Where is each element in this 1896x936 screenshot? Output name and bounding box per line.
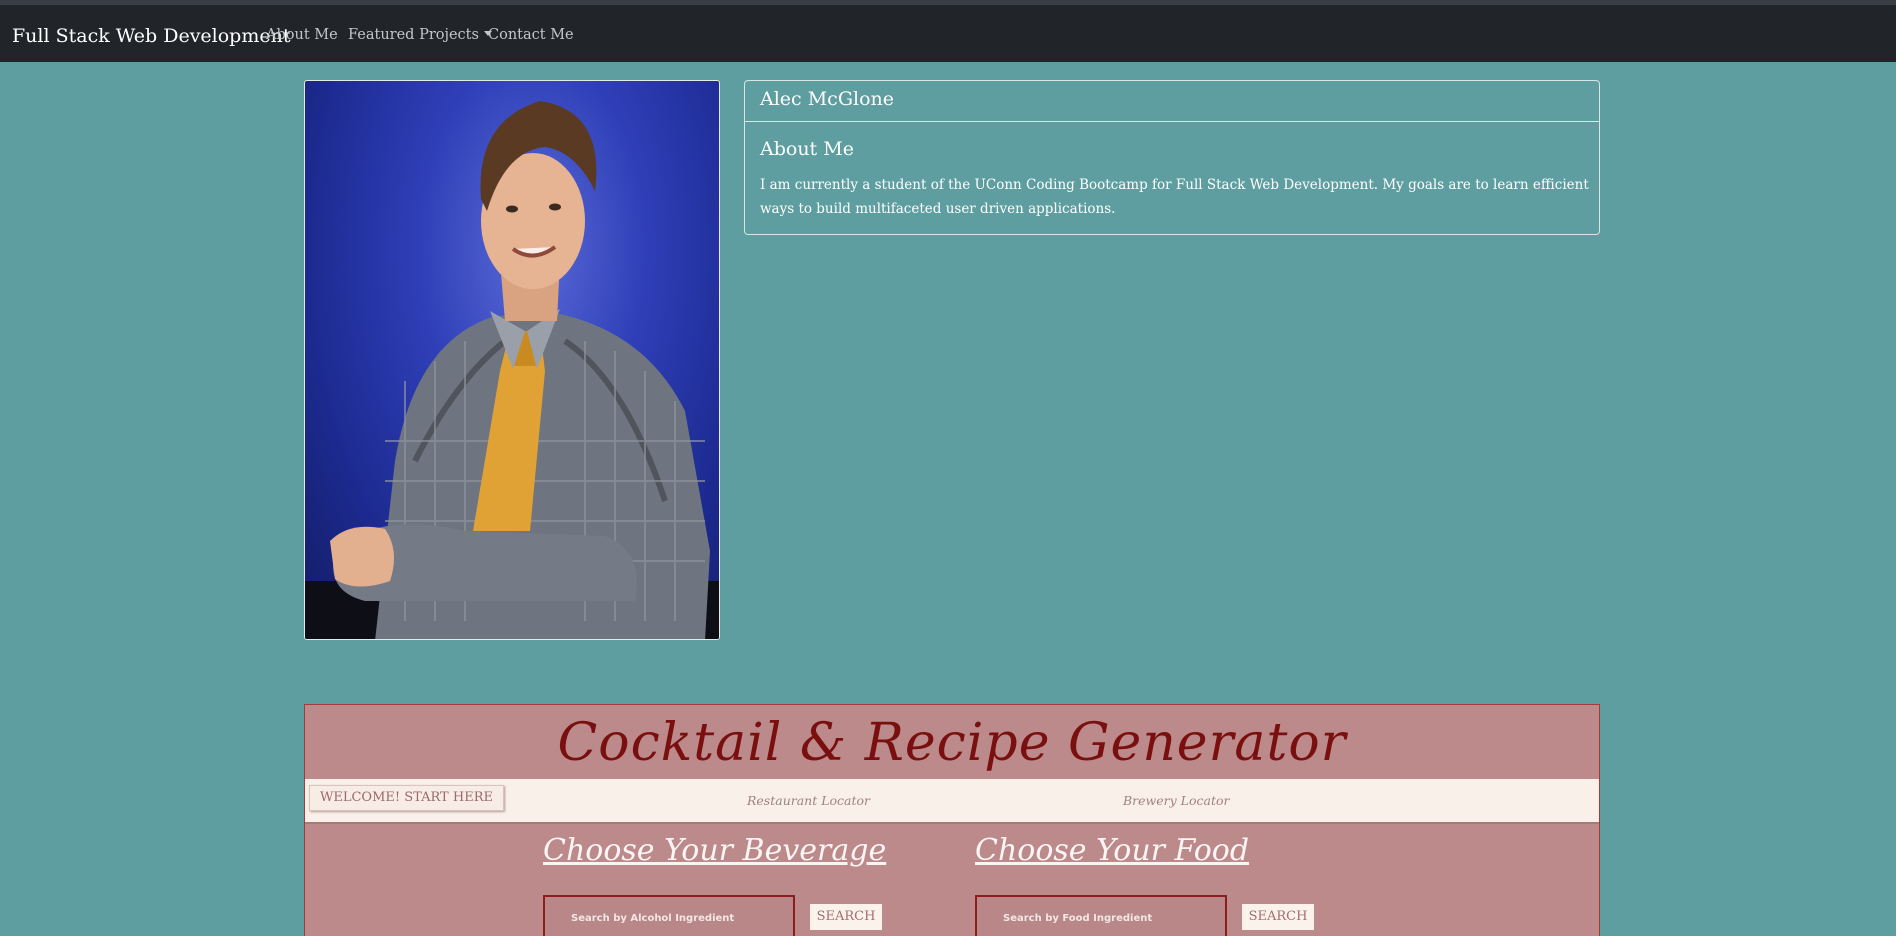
featured-project-preview[interactable]: Cocktail & Recipe Generator WELCOME! STA… [304,704,1600,936]
choose-beverage-heading: Choose Your Beverage [543,833,887,868]
project-nav-bar: WELCOME! START HERE Restaurant Locator B… [305,779,1599,824]
restaurant-locator-link[interactable]: Restaurant Locator [747,793,870,808]
nav-link-featured-projects-label: Featured Projects [348,27,479,43]
profile-photo [304,80,720,640]
project-title: Cocktail & Recipe Generator [557,713,1347,773]
choose-food-heading: Choose Your Food [975,833,1250,868]
brewery-locator-link[interactable]: Brewery Locator [1123,793,1229,808]
beverage-search-placeholder: Search by Alcohol Ingredient [571,913,735,924]
nav-link-about-me[interactable]: About Me [266,27,338,43]
card-header-name: Alec McGlone [745,81,1599,122]
about-card: Alec McGlone About Me I am currently a s… [744,80,1600,235]
navbar-brand[interactable]: Full Stack Web Development [12,25,290,47]
food-search-placeholder: Search by Food Ingredient [1003,913,1153,924]
beverage-search-button[interactable]: SEARCH [810,904,882,930]
about-me-text: I am currently a student of the UConn Co… [760,177,1589,217]
food-search-button[interactable]: SEARCH [1242,904,1314,930]
welcome-start-button[interactable]: WELCOME! START HERE [309,785,504,811]
top-navbar: Full Stack Web Development About Me Feat… [0,0,1896,62]
food-search-input[interactable]: Search by Food Ingredient [975,895,1227,936]
about-me-heading: About Me [760,138,854,160]
nav-link-contact-me[interactable]: Contact Me [488,27,574,43]
nav-link-featured-projects[interactable]: Featured Projects [348,27,492,43]
beverage-search-input[interactable]: Search by Alcohol Ingredient [543,895,795,936]
